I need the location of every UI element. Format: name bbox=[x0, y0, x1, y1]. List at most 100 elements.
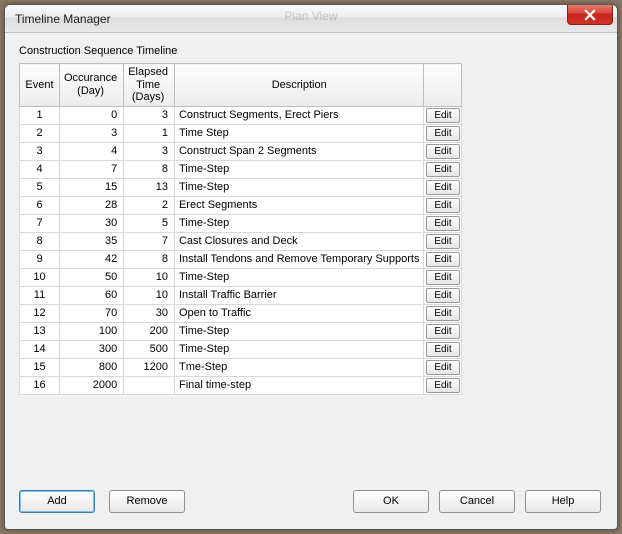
cell-description[interactable]: Time-Step bbox=[174, 268, 424, 286]
cell-elapsed[interactable]: 3 bbox=[124, 142, 175, 160]
cell-elapsed[interactable]: 8 bbox=[124, 160, 175, 178]
add-button[interactable]: Add bbox=[19, 490, 95, 513]
table-row[interactable]: 343Construct Span 2 SegmentsEdit bbox=[20, 142, 462, 160]
cell-elapsed[interactable]: 1200 bbox=[124, 358, 175, 376]
edit-button[interactable]: Edit bbox=[426, 144, 460, 159]
cell-description[interactable]: Erect Segments bbox=[174, 196, 424, 214]
cell-description[interactable]: Time Step bbox=[174, 124, 424, 142]
cell-elapsed[interactable]: 1 bbox=[124, 124, 175, 142]
edit-button[interactable]: Edit bbox=[426, 162, 460, 177]
cell-occurance[interactable]: 2000 bbox=[60, 376, 124, 394]
cell-event[interactable]: 10 bbox=[20, 268, 60, 286]
col-header-edit[interactable] bbox=[424, 64, 462, 107]
cell-occurance[interactable]: 4 bbox=[60, 142, 124, 160]
cell-event[interactable]: 16 bbox=[20, 376, 60, 394]
cell-occurance[interactable]: 28 bbox=[60, 196, 124, 214]
cell-elapsed[interactable]: 10 bbox=[124, 268, 175, 286]
table-row[interactable]: 9428Install Tendons and Remove Temporary… bbox=[20, 250, 462, 268]
remove-button[interactable]: Remove bbox=[109, 490, 185, 513]
cell-elapsed[interactable]: 500 bbox=[124, 340, 175, 358]
table-row[interactable]: 105010Time-StepEdit bbox=[20, 268, 462, 286]
table-container[interactable]: Event Occurance (Day) Elapsed Time (Days… bbox=[19, 63, 601, 477]
cell-description[interactable]: Time-Step bbox=[174, 340, 424, 358]
cell-description[interactable]: Construct Segments, Erect Piers bbox=[174, 106, 424, 124]
cell-occurance[interactable]: 800 bbox=[60, 358, 124, 376]
cell-occurance[interactable]: 35 bbox=[60, 232, 124, 250]
cell-event[interactable]: 4 bbox=[20, 160, 60, 178]
cell-occurance[interactable]: 70 bbox=[60, 304, 124, 322]
cell-description[interactable]: Time-Step bbox=[174, 160, 424, 178]
edit-button[interactable]: Edit bbox=[426, 288, 460, 303]
table-row[interactable]: 6282Erect SegmentsEdit bbox=[20, 196, 462, 214]
cell-occurance[interactable]: 0 bbox=[60, 106, 124, 124]
cell-event[interactable]: 5 bbox=[20, 178, 60, 196]
cell-elapsed[interactable]: 2 bbox=[124, 196, 175, 214]
cell-occurance[interactable]: 3 bbox=[60, 124, 124, 142]
cell-event[interactable]: 8 bbox=[20, 232, 60, 250]
cell-elapsed[interactable]: 3 bbox=[124, 106, 175, 124]
cell-elapsed[interactable]: 8 bbox=[124, 250, 175, 268]
table-row[interactable]: 8357Cast Closures and DeckEdit bbox=[20, 232, 462, 250]
table-row[interactable]: 116010Install Traffic BarrierEdit bbox=[20, 286, 462, 304]
cell-description[interactable]: Open to Traffic bbox=[174, 304, 424, 322]
col-header-occurance[interactable]: Occurance (Day) bbox=[60, 64, 124, 107]
cell-event[interactable]: 3 bbox=[20, 142, 60, 160]
cell-description[interactable]: Time-Step bbox=[174, 322, 424, 340]
cell-occurance[interactable]: 60 bbox=[60, 286, 124, 304]
edit-button[interactable]: Edit bbox=[426, 378, 460, 393]
table-row[interactable]: 51513Time-StepEdit bbox=[20, 178, 462, 196]
help-button[interactable]: Help bbox=[525, 490, 601, 513]
cell-elapsed[interactable]: 5 bbox=[124, 214, 175, 232]
edit-button[interactable]: Edit bbox=[426, 360, 460, 375]
cell-description[interactable]: Time-Step bbox=[174, 178, 424, 196]
edit-button[interactable]: Edit bbox=[426, 324, 460, 339]
edit-button[interactable]: Edit bbox=[426, 270, 460, 285]
cell-event[interactable]: 1 bbox=[20, 106, 60, 124]
cell-event[interactable]: 9 bbox=[20, 250, 60, 268]
table-row[interactable]: 127030Open to TrafficEdit bbox=[20, 304, 462, 322]
edit-button[interactable]: Edit bbox=[426, 342, 460, 357]
col-header-elapsed[interactable]: Elapsed Time (Days) bbox=[124, 64, 175, 107]
ok-button[interactable]: OK bbox=[353, 490, 429, 513]
edit-button[interactable]: Edit bbox=[426, 252, 460, 267]
cell-occurance[interactable]: 50 bbox=[60, 268, 124, 286]
cell-description[interactable]: Install Traffic Barrier bbox=[174, 286, 424, 304]
cell-event[interactable]: 6 bbox=[20, 196, 60, 214]
edit-button[interactable]: Edit bbox=[426, 234, 460, 249]
cell-description[interactable]: Construct Span 2 Segments bbox=[174, 142, 424, 160]
close-button[interactable] bbox=[567, 5, 613, 25]
cell-description[interactable]: Time-Step bbox=[174, 214, 424, 232]
table-row[interactable]: 162000 Final time-stepEdit bbox=[20, 376, 462, 394]
table-row[interactable]: 103Construct Segments, Erect PiersEdit bbox=[20, 106, 462, 124]
table-row[interactable]: 7305Time-StepEdit bbox=[20, 214, 462, 232]
edit-button[interactable]: Edit bbox=[426, 108, 460, 123]
cell-description[interactable]: Tme-Step bbox=[174, 358, 424, 376]
cell-event[interactable]: 7 bbox=[20, 214, 60, 232]
titlebar[interactable]: Timeline Manager Plan View bbox=[5, 5, 617, 33]
cell-event[interactable]: 13 bbox=[20, 322, 60, 340]
cell-description[interactable]: Final time-step bbox=[174, 376, 424, 394]
col-header-event[interactable]: Event bbox=[20, 64, 60, 107]
cell-description[interactable]: Cast Closures and Deck bbox=[174, 232, 424, 250]
cell-event[interactable]: 12 bbox=[20, 304, 60, 322]
table-row[interactable]: 14300500Time-StepEdit bbox=[20, 340, 462, 358]
cell-description[interactable]: Install Tendons and Remove Temporary Sup… bbox=[174, 250, 424, 268]
table-row[interactable]: 478Time-StepEdit bbox=[20, 160, 462, 178]
cancel-button[interactable]: Cancel bbox=[439, 490, 515, 513]
edit-button[interactable]: Edit bbox=[426, 126, 460, 141]
cell-occurance[interactable]: 42 bbox=[60, 250, 124, 268]
cell-event[interactable]: 14 bbox=[20, 340, 60, 358]
table-row[interactable]: 231Time StepEdit bbox=[20, 124, 462, 142]
cell-elapsed[interactable]: 200 bbox=[124, 322, 175, 340]
cell-event[interactable]: 11 bbox=[20, 286, 60, 304]
cell-elapsed[interactable]: 10 bbox=[124, 286, 175, 304]
cell-occurance[interactable]: 15 bbox=[60, 178, 124, 196]
cell-event[interactable]: 15 bbox=[20, 358, 60, 376]
col-header-description[interactable]: Description bbox=[174, 64, 424, 107]
edit-button[interactable]: Edit bbox=[426, 180, 460, 195]
table-row[interactable]: 158001200Tme-StepEdit bbox=[20, 358, 462, 376]
edit-button[interactable]: Edit bbox=[426, 198, 460, 213]
cell-occurance[interactable]: 300 bbox=[60, 340, 124, 358]
cell-occurance[interactable]: 7 bbox=[60, 160, 124, 178]
edit-button[interactable]: Edit bbox=[426, 306, 460, 321]
